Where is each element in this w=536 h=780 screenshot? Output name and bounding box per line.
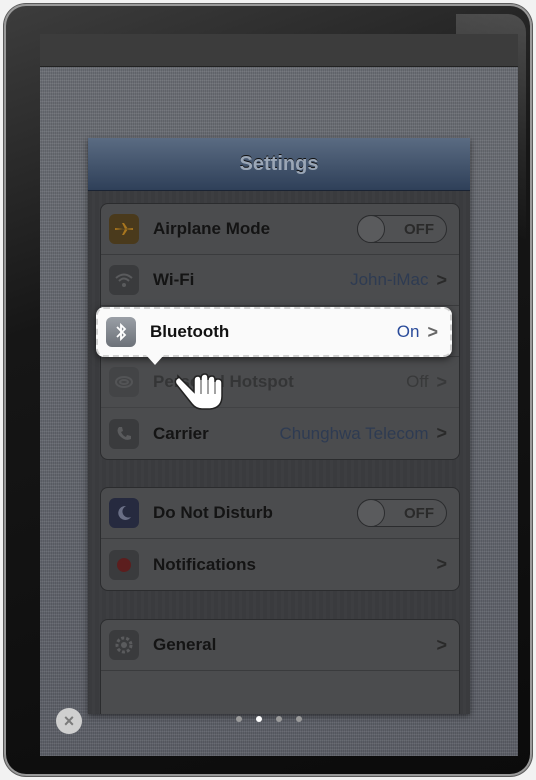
moon-icon [109,498,139,528]
chevron-right-icon: > [436,634,447,655]
notifications-label: Notifications [153,554,256,574]
chevron-right-icon: > [427,321,438,342]
page-indicator[interactable] [236,716,302,722]
settings-app-thumbnail[interactable]: Settings Airplane Mode OFF Wi-Fi John-iM… [88,138,470,714]
navigation-bar: Settings [88,138,470,191]
page-title: Settings [239,152,319,175]
settings-group-general: General > [100,619,460,714]
general-label: General [153,635,217,654]
do-not-disturb-toggle[interactable]: OFF [357,499,447,527]
toggle-knob [357,499,385,527]
bluetooth-value: On [396,322,420,341]
page-dot[interactable] [296,716,302,722]
airplane-mode-label: Airplane Mode [153,219,271,238]
carrier-label: Carrier [153,423,209,443]
hotspot-icon [109,367,139,397]
page-dot[interactable] [276,716,282,722]
chevron-right-icon: > [436,269,447,290]
do-not-disturb-label: Do Not Disturb [153,503,273,522]
tap-hand-icon [174,373,223,410]
chevron-right-icon: > [436,371,447,392]
close-button[interactable]: × [56,708,82,734]
row-carrier[interactable]: Carrier Chunghwa Telecom > [101,408,459,459]
row-do-not-disturb[interactable]: Do Not Disturb OFF [101,488,459,539]
bluetooth-highlight[interactable]: Bluetooth On > [96,307,452,357]
screen: Settings Airplane Mode OFF Wi-Fi John-iM… [40,34,518,756]
row-wifi[interactable]: Wi-Fi John-iMac > [101,255,459,306]
carrier-value: Chunghwa Telecom [279,423,429,443]
gear-icon [109,630,139,660]
personal-hotspot-value: Off [406,372,429,391]
wifi-network-value: John-iMac [350,270,429,289]
row-notifications[interactable]: Notifications > [101,539,459,590]
airplane-mode-toggle[interactable]: OFF [357,215,447,243]
status-bar [40,34,518,67]
page-dot[interactable] [236,716,242,722]
toggle-state: OFF [404,221,434,238]
airplane-icon [109,214,139,244]
phone-icon [109,418,139,449]
page-dot-active[interactable] [256,716,262,722]
settings-table: Airplane Mode OFF Wi-Fi John-iMac > Pers… [88,191,470,714]
highlight-pointer [146,355,164,365]
settings-group-alerts: Do Not Disturb OFF Notifications > [100,487,460,591]
bluetooth-icon [106,317,136,347]
row-airplane-mode[interactable]: Airplane Mode OFF [101,204,459,255]
wifi-icon [109,265,139,295]
toggle-knob [357,215,385,243]
notifications-icon [109,549,139,580]
toggle-state: OFF [404,505,434,522]
wifi-label: Wi-Fi [153,270,195,289]
row-partial [101,671,459,714]
chevron-right-icon: > [436,423,447,443]
row-general[interactable]: General > [101,620,459,671]
bluetooth-label: Bluetooth [150,322,230,341]
chevron-right-icon: > [436,554,447,574]
